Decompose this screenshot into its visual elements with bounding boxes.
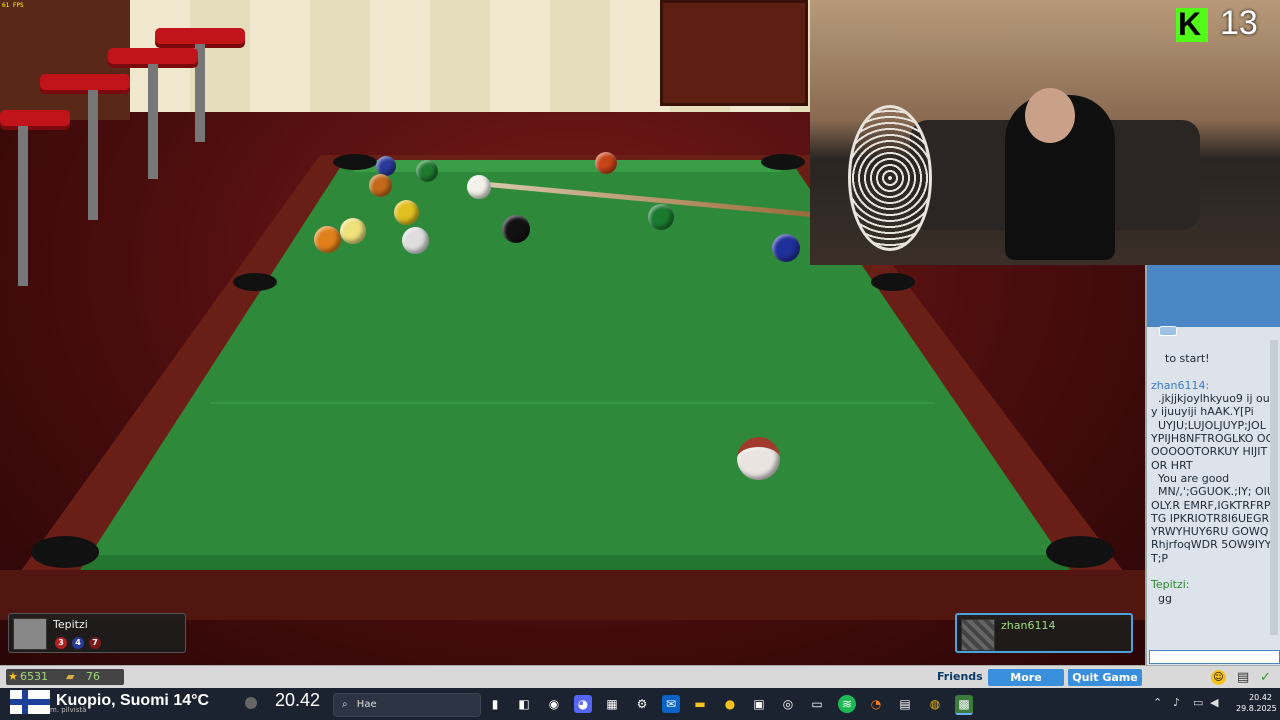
chat-message-text: gg [1151,591,1172,605]
system-clock[interactable]: 20.42 29.8.2025 [1236,692,1277,714]
volume-icon[interactable]: ◀ [1210,696,1218,709]
more-button[interactable]: More [988,669,1064,686]
file-explorer-icon[interactable]: ▬ [691,695,709,713]
audio-app-icon[interactable]: ▮ [486,695,504,713]
ball-8 [502,215,530,243]
chips-icon: ▰ [66,670,75,683]
network-icon[interactable]: ▭ [1193,696,1203,709]
chat-messages: to start! zhan6114: .jkjjkjoylhkyuo9 ij … [1151,339,1275,651]
chat-username: zhan6114: [1151,378,1210,392]
fan [848,105,932,251]
check-icon[interactable]: ✓ [1260,670,1271,685]
photos-icon[interactable]: ▣ [750,695,768,713]
clock-widget: 20.42 [275,690,321,710]
quit-game-button[interactable]: Quit Game [1068,669,1142,686]
chat-scroll-handle[interactable] [1159,326,1177,336]
record-dot-icon [245,697,257,709]
kick-k-glyph: K [1178,6,1202,42]
chevron-up-icon[interactable]: ⌃ [1153,696,1162,709]
settings-gear-icon[interactable]: ⚙ [633,695,651,713]
spotify-icon[interactable]: ≋ [838,695,856,713]
app-window-icon[interactable]: ▤ [896,695,914,713]
chat-header [1147,265,1280,327]
ball-13b [369,174,392,197]
chip-count: 76 [86,670,100,683]
ball-14 [416,160,438,182]
weather-app-icon[interactable]: ● [721,695,739,713]
remaining-ball: 4 [72,637,84,649]
player-name: zhan6114 [1001,619,1056,632]
door [660,0,808,106]
steam-icon[interactable]: ◎ [779,695,797,713]
github-icon[interactable]: ◉ [545,695,563,713]
streamer-head [1025,88,1075,143]
player-panel-right: zhan6114 [955,613,1133,653]
chrome-icon[interactable]: ◍ [926,695,944,713]
search-icon: ⌕ [342,699,348,710]
chat-panel: to start! zhan6114: .jkjjkjoylhkyuo9 ij … [1145,265,1280,665]
clock-time: 20.42 [1249,693,1272,702]
weather-condition: m. pilvistä [50,706,87,714]
cue-ball[interactable] [467,175,491,199]
ball-13 [595,152,617,174]
ball-1 [394,200,419,225]
bar-stool [0,110,70,126]
chat-scrollbar[interactable] [1270,340,1278,635]
ball-5 [314,226,341,253]
ball-9 [340,218,366,244]
chat-icon[interactable]: ▤ [1237,670,1249,685]
firefox-icon[interactable]: ◔ [867,695,885,713]
remote-desktop-icon[interactable]: ▭ [808,695,826,713]
finland-flag-icon [10,690,50,714]
player-name: Tepitzi [53,618,88,631]
ball-2 [772,234,800,262]
ball-11 [737,437,780,480]
remaining-ball: 7 [89,637,101,649]
calculator-icon[interactable]: ▦ [603,695,621,713]
bar-stool [40,74,130,90]
search-box[interactable]: ⌕ Hae [333,693,481,717]
remaining-ball: 3 [55,637,67,649]
coin-count: 6531 [20,670,48,683]
chat-message-text: to start! [1165,352,1210,366]
ball-10 [376,156,396,176]
webcam-overlay [810,0,1280,265]
avatar [13,618,47,650]
discord-icon[interactable]: ◕ [574,695,592,713]
chat-input[interactable] [1149,650,1280,664]
chat-message-text: .jkjjkjoylhkyuo9 ij ouy ijuuyiji hAAK.Y[… [1151,392,1275,565]
taskview-icon[interactable]: ◧ [515,695,533,713]
clock-date: 29.8.2025 [1236,704,1277,713]
fps-counter: 61 FPS [2,2,24,9]
smiley-icon[interactable]: ☺ [1211,670,1226,685]
currency-display: ★ 6531 ▰ 76 [6,669,124,685]
viewer-count: 13 [1220,4,1258,42]
avatar [961,619,995,651]
player-panel-left: Tepitzi 3 4 7 [8,613,186,653]
pool-game-icon[interactable]: ▩ [955,695,973,715]
bar-stool [155,28,245,44]
microphone-icon[interactable]: ♪ [1173,696,1180,709]
star-icon: ★ [8,670,18,683]
chat-username: Tepitzi: [1151,578,1190,592]
ball-6 [648,204,674,230]
bar-stool [108,48,198,64]
friends-link[interactable]: Friends [937,670,983,683]
outlook-icon[interactable]: ✉ [662,695,680,713]
search-placeholder: Hae [356,699,377,710]
ball-12 [402,227,429,254]
